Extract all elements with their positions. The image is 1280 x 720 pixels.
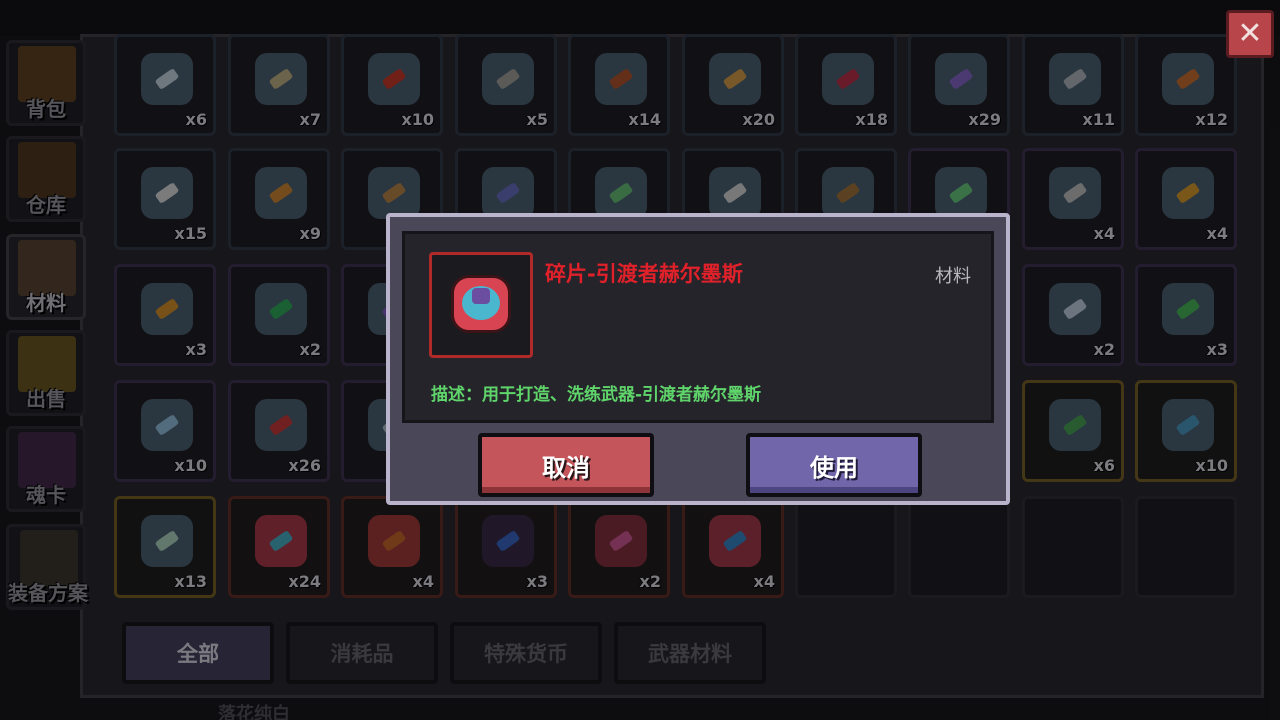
close-icon: ✕ xyxy=(1237,16,1263,51)
item-type: 材料 xyxy=(935,266,971,287)
inventory-screen: 背包 仓库 材料 出售 魂卡 装备方案 x6 x7 x10 x5 x14 x20… xyxy=(0,0,1280,720)
item-info-panel: 碎片-引渡者赫尔墨斯 材料 描述：用于打造、洗练武器-引渡者赫尔墨斯 xyxy=(402,231,994,423)
cancel-button[interactable]: 取消 xyxy=(478,433,654,497)
item-name: 碎片-引渡者赫尔墨斯 xyxy=(545,262,743,286)
item-dialog: 碎片-引渡者赫尔墨斯 材料 描述：用于打造、洗练武器-引渡者赫尔墨斯 取消 使用 xyxy=(386,213,1010,505)
hermes-fragment-icon xyxy=(451,275,511,333)
close-button[interactable]: ✕ xyxy=(1226,10,1274,58)
use-button[interactable]: 使用 xyxy=(746,433,922,497)
item-description: 描述：用于打造、洗练武器-引渡者赫尔墨斯 xyxy=(431,385,762,405)
item-preview xyxy=(429,252,533,358)
